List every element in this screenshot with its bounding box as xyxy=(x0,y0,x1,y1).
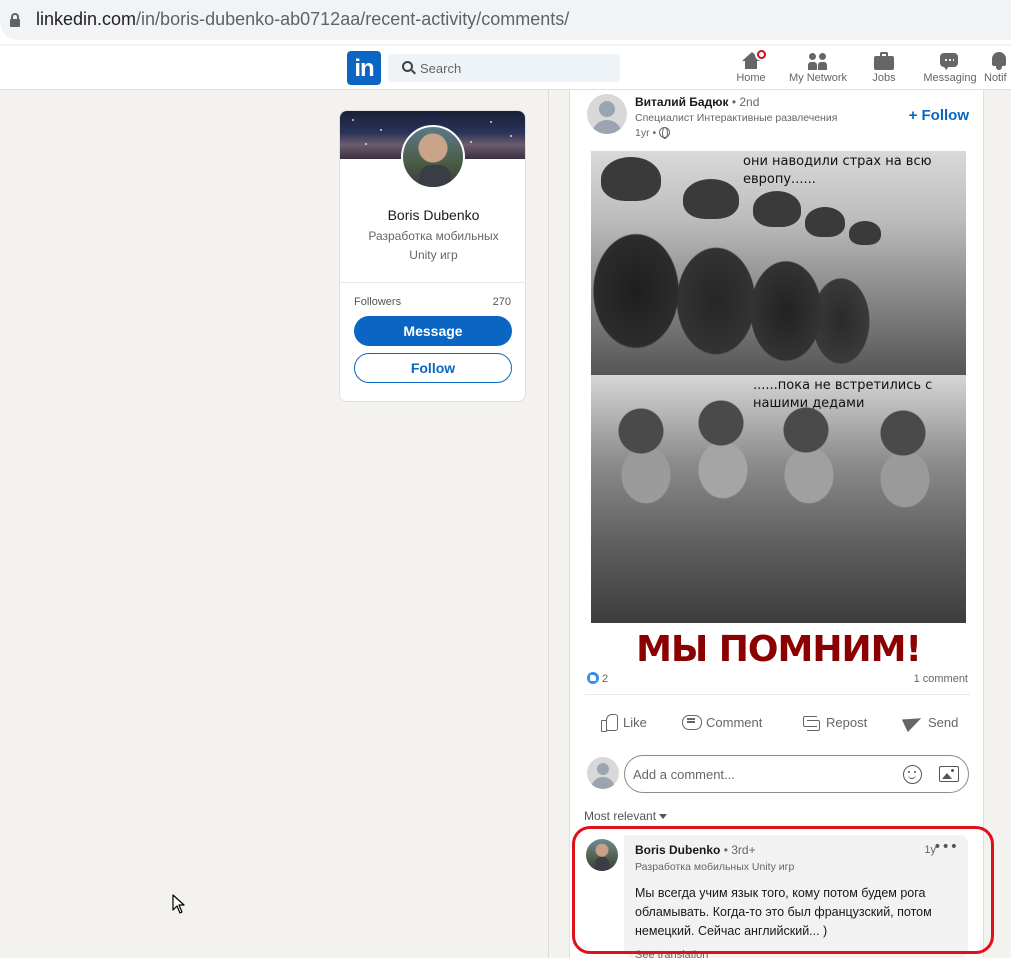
current-user-avatar xyxy=(587,757,619,789)
image-caption-top: они наводили страх на всю европу...... xyxy=(743,154,932,187)
comment-more-button[interactable]: ••• xyxy=(933,839,958,855)
profile-headline: Разработка мобильных Unity игр xyxy=(368,229,499,262)
send-icon xyxy=(904,713,922,731)
comment-label: Comment xyxy=(706,715,763,730)
nav-messaging[interactable]: Messaging xyxy=(920,50,980,84)
message-button[interactable]: Message xyxy=(354,316,512,346)
image-caption-headline: МЫ ПОМНИМ! xyxy=(636,629,922,670)
comment-author-avatar[interactable] xyxy=(586,839,618,871)
comment-author-name[interactable]: Boris Dubenko xyxy=(635,843,720,857)
column-divider xyxy=(548,90,549,958)
image-icon[interactable] xyxy=(939,766,959,782)
search-box[interactable] xyxy=(388,54,620,82)
profile-card: Boris Dubenko Разработка мобильных Unity… xyxy=(339,110,526,402)
nav-home-label: Home xyxy=(736,72,766,84)
linkedin-logo[interactable]: in xyxy=(347,51,381,85)
nav-notifications-label: Notif xyxy=(984,72,1007,84)
comment-icon xyxy=(682,713,702,731)
nav-jobs[interactable]: Jobs xyxy=(866,50,902,84)
mouse-cursor-icon xyxy=(172,894,185,914)
bell-icon xyxy=(988,50,1008,72)
comment-button[interactable]: Comment xyxy=(682,710,762,734)
nav-my-network[interactable]: My Network xyxy=(786,50,850,84)
see-translation-link[interactable]: See translation xyxy=(635,949,708,958)
search-icon xyxy=(402,61,413,72)
caret-down-icon xyxy=(659,814,668,819)
thumbs-up-icon xyxy=(599,713,618,732)
post-author-degree: • 2nd xyxy=(731,95,760,109)
followers-count: 270 xyxy=(492,296,511,308)
home-icon xyxy=(741,48,768,72)
repost-button[interactable]: Repost xyxy=(802,710,867,734)
repost-label: Repost xyxy=(826,715,868,730)
profile-avatar[interactable] xyxy=(401,125,465,189)
add-comment-input[interactable] xyxy=(633,756,893,792)
lock-icon[interactable] xyxy=(10,13,20,27)
comment-author-headline: Разработка мобильных Unity игр xyxy=(635,861,795,873)
profile-name[interactable]: Boris Dubenko xyxy=(340,207,525,223)
nav-my-network-label: My Network xyxy=(788,72,848,84)
post-author-avatar[interactable] xyxy=(587,94,627,134)
nav-messaging-label: Messaging xyxy=(923,72,977,84)
top-navbar: in Home My Network Jobs Messaging Notif xyxy=(0,46,1011,90)
like-button[interactable]: Like xyxy=(599,710,647,734)
sort-comments-dropdown[interactable]: Most relevant xyxy=(584,809,668,823)
post-follow-button[interactable]: + Follow xyxy=(909,107,969,124)
repost-icon xyxy=(802,713,820,731)
like-label: Like xyxy=(623,715,647,730)
nav-jobs-label: Jobs xyxy=(872,72,896,84)
briefcase-icon xyxy=(874,50,894,72)
post-author-headline: Специалист Интерактивные развлечения xyxy=(635,112,838,124)
chat-icon xyxy=(940,50,960,72)
notification-badge xyxy=(755,48,768,61)
search-input[interactable] xyxy=(420,54,610,82)
comment-author-degree: • 3rd+ xyxy=(723,843,756,857)
send-label: Send xyxy=(928,715,959,730)
post-time: 1yr • xyxy=(635,127,671,139)
comment-count[interactable]: 1 comment xyxy=(914,673,968,685)
nav-home[interactable]: Home xyxy=(734,48,768,84)
image-caption-middle: ......пока не встретились с нашими дедам… xyxy=(753,378,933,411)
emoji-icon[interactable] xyxy=(903,765,922,784)
divider xyxy=(340,282,525,283)
send-button[interactable]: Send xyxy=(904,710,958,734)
nav-notifications[interactable]: Notif xyxy=(984,50,1011,84)
post-card: Виталий Бадюк • 2nd Специалист Интеракти… xyxy=(569,90,984,958)
post-author-name[interactable]: Виталий Бадюк xyxy=(635,95,728,109)
globe-icon xyxy=(659,127,671,139)
comment-author[interactable]: Boris Dubenko • 3rd+ xyxy=(635,843,756,857)
address-field[interactable]: linkedin.com/in/boris-dubenko-ab0712aa/r… xyxy=(0,0,1011,40)
follow-button[interactable]: Follow xyxy=(354,353,512,383)
sort-label: Most relevant xyxy=(584,809,657,823)
post-author[interactable]: Виталий Бадюк • 2nd xyxy=(635,95,759,109)
add-comment-box[interactable] xyxy=(624,755,969,793)
post-time-label: 1yr • xyxy=(635,127,657,139)
browser-address-bar: linkedin.com/in/boris-dubenko-ab0712aa/r… xyxy=(0,0,1011,44)
post-image[interactable]: они наводили страх на всю европу...... .… xyxy=(591,151,966,675)
followers-label: Followers xyxy=(354,296,402,308)
url-text[interactable]: linkedin.com/in/boris-dubenko-ab0712aa/r… xyxy=(36,9,569,30)
comment-text: Мы всегда учим язык того, кому потом буд… xyxy=(635,886,932,938)
people-icon xyxy=(807,50,829,72)
reaction-count[interactable]: 2 xyxy=(602,673,608,685)
divider xyxy=(585,694,970,695)
like-reaction-icon[interactable] xyxy=(587,672,599,684)
comment-item: Boris Dubenko • 3rd+ Разработка мобильны… xyxy=(624,835,968,958)
